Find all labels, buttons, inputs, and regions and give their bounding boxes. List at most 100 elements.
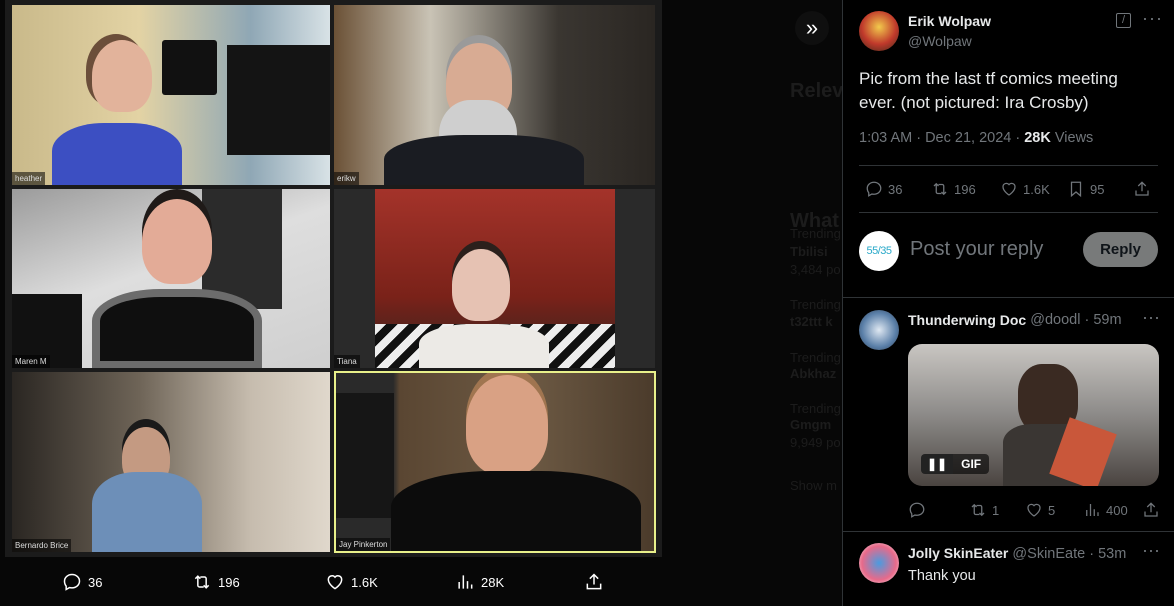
my-avatar[interactable]: 55/35 bbox=[859, 231, 899, 271]
reply-button[interactable]: 36 bbox=[62, 568, 102, 596]
ghost-text: 9,949 po bbox=[790, 435, 841, 450]
pause-icon[interactable]: ❚❚ bbox=[921, 454, 954, 474]
video-tile-jay: Jay Pinkerton bbox=[334, 371, 656, 553]
ghost-text: Trending bbox=[790, 226, 841, 241]
ghost-text: 3,484 po bbox=[790, 262, 841, 277]
ghost-text: Relev bbox=[790, 80, 844, 102]
reply-count: 36 bbox=[88, 574, 103, 590]
share-icon bbox=[586, 573, 602, 590]
ghost-text: Trending bbox=[790, 401, 841, 416]
reply-icon bbox=[909, 502, 925, 518]
participant-name: Jay Pinkerton bbox=[336, 538, 391, 551]
views-label: Views bbox=[1050, 130, 1094, 146]
reply-icon bbox=[63, 573, 81, 591]
avatar[interactable] bbox=[859, 11, 899, 51]
repost-icon bbox=[971, 503, 985, 517]
tweet-meta: 1:03 AM · Dec 21, 2024 · 28K Views bbox=[859, 130, 1093, 146]
reply-time[interactable]: · 59m bbox=[1080, 312, 1121, 328]
ghost-text: t32ttt k bbox=[790, 314, 833, 329]
reply-button[interactable] bbox=[908, 501, 926, 519]
author-handle[interactable]: @Wolpaw bbox=[908, 33, 972, 49]
heart-icon bbox=[1002, 182, 1016, 196]
share-button[interactable] bbox=[1142, 501, 1160, 519]
more-icon[interactable]: ··· bbox=[1142, 8, 1163, 29]
repost-count: 196 bbox=[954, 181, 976, 197]
bookmark-icon bbox=[1070, 181, 1082, 198]
tweet-photo[interactable]: heather erikw Maren M Tiana Bernardo Bri… bbox=[5, 0, 662, 557]
share-icon bbox=[1135, 181, 1149, 196]
participant-name: heather bbox=[12, 172, 46, 185]
tweet-text: Pic from the last tf comics meeting ever… bbox=[859, 67, 1118, 115]
repost-icon bbox=[194, 575, 210, 589]
reply-handle[interactable]: @doodl bbox=[1030, 312, 1080, 328]
share-button[interactable] bbox=[1133, 180, 1151, 198]
video-tile-tiana: Tiana bbox=[334, 189, 655, 368]
ghost-text: Show m bbox=[790, 478, 837, 493]
share-icon bbox=[1144, 502, 1158, 517]
bookmark-count: 95 bbox=[1090, 181, 1105, 197]
reply-input[interactable]: Post your reply bbox=[910, 238, 1043, 261]
ghost-text: Trending bbox=[790, 350, 841, 365]
share-button[interactable] bbox=[584, 568, 604, 596]
more-icon[interactable]: ··· bbox=[1142, 307, 1160, 328]
repost-icon bbox=[933, 182, 947, 196]
avatar[interactable] bbox=[859, 543, 899, 583]
grok-icon[interactable]: / bbox=[1116, 13, 1131, 28]
reply-text: Thank you bbox=[908, 568, 976, 584]
repost-button[interactable]: 196 bbox=[931, 180, 976, 198]
views-count: 28K bbox=[481, 574, 505, 590]
video-tile-heather: heather bbox=[12, 5, 330, 185]
views-button[interactable]: 400 bbox=[1083, 501, 1128, 519]
reply-submit-button[interactable]: Reply bbox=[1083, 232, 1158, 267]
like-count: 5 bbox=[1048, 502, 1056, 518]
views-icon bbox=[1086, 504, 1099, 516]
reply-time[interactable]: · 53m bbox=[1085, 546, 1126, 562]
video-tile-erikw: erikw bbox=[334, 5, 655, 185]
reply-handle[interactable]: @SkinEate bbox=[1012, 546, 1085, 562]
like-button[interactable]: 1.6K bbox=[1000, 180, 1050, 198]
reply-count: 36 bbox=[888, 181, 903, 197]
reply-icon bbox=[866, 181, 882, 197]
repost-button[interactable]: 1 bbox=[969, 501, 999, 519]
heart-icon bbox=[1027, 503, 1041, 517]
author-name[interactable]: Erik Wolpaw bbox=[908, 13, 991, 29]
avatar[interactable] bbox=[859, 310, 899, 350]
views-icon bbox=[458, 575, 473, 589]
expand-panel-button[interactable]: » bbox=[795, 11, 829, 45]
reply-header: Jolly SkinEater @SkinEate · 53m bbox=[908, 545, 1126, 562]
timestamp[interactable]: 1:03 AM · Dec 21, 2024 · bbox=[859, 130, 1024, 146]
reply-header: Thunderwing Doc @doodl · 59m bbox=[908, 312, 1163, 328]
views-count: 400 bbox=[1106, 502, 1128, 518]
bookmark-button[interactable]: 95 bbox=[1067, 180, 1104, 198]
ghost-text: Trending bbox=[790, 297, 841, 312]
views-count: 28K bbox=[1024, 130, 1051, 146]
participant-name: Bernardo Brice bbox=[12, 539, 72, 552]
tweet-text-line: ever. (not pictured: Ira Crosby) bbox=[859, 93, 1089, 112]
reply-gif[interactable]: ❚❚ GIF bbox=[908, 344, 1159, 486]
like-count: 1.6K bbox=[351, 574, 378, 590]
video-tile-bernardo: Bernardo Brice bbox=[12, 372, 330, 552]
reply-author[interactable]: Jolly SkinEater bbox=[908, 545, 1008, 561]
video-tile-maren: Maren M bbox=[12, 189, 330, 368]
like-count: 1.6K bbox=[1023, 181, 1050, 197]
ghost-text: Abkhaz bbox=[790, 366, 837, 381]
like-button[interactable]: 1.6K bbox=[325, 568, 378, 596]
views-button[interactable]: 28K bbox=[455, 568, 504, 596]
repost-count: 1 bbox=[992, 502, 1000, 518]
media-viewer: Relev What Trending Tbilisi 3,484 po Tre… bbox=[0, 0, 844, 606]
participant-name: erikw bbox=[334, 172, 359, 185]
reply-author[interactable]: Thunderwing Doc bbox=[908, 312, 1026, 328]
participant-name: Maren M bbox=[12, 355, 50, 368]
repost-button[interactable]: 196 bbox=[192, 568, 240, 596]
tweet-panel: Erik Wolpaw @Wolpaw / ··· Pic from the l… bbox=[842, 0, 1174, 606]
gif-label: GIF bbox=[953, 454, 990, 474]
participant-name: Tiana bbox=[334, 355, 360, 368]
ghost-text: Tbilisi bbox=[790, 244, 828, 259]
chevron-double-right-icon: » bbox=[805, 15, 819, 40]
repost-count: 196 bbox=[218, 574, 240, 590]
gif-badge[interactable]: ❚❚ GIF bbox=[921, 454, 990, 474]
tweet-text-line: Pic from the last tf comics meeting bbox=[859, 69, 1118, 88]
reply-button[interactable]: 36 bbox=[865, 180, 902, 198]
like-button[interactable]: 5 bbox=[1025, 501, 1055, 519]
more-icon[interactable]: ··· bbox=[1142, 540, 1160, 561]
